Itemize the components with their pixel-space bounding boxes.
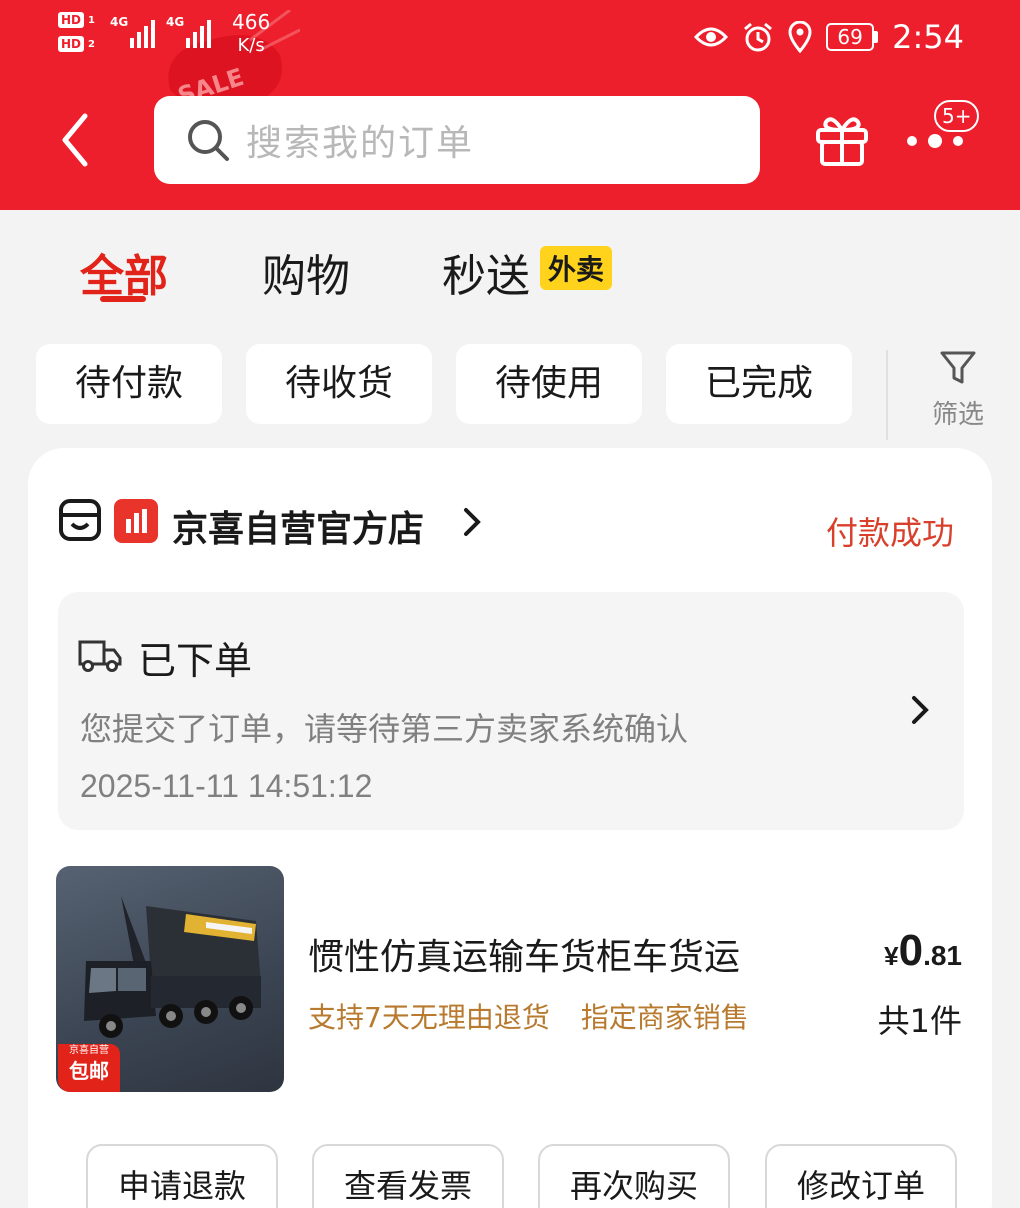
- eye-icon: [694, 27, 729, 47]
- tracking-description: 您提交了订单，请等待第三方卖家系统确认: [80, 710, 689, 748]
- price-currency: ¥: [884, 941, 899, 971]
- app-header: SALE HD 1 HD 2 4G 4G 466 K/s 69 2:54 搜索我…: [0, 0, 1020, 210]
- tab-shopping[interactable]: 购物: [262, 240, 350, 304]
- filter-button[interactable]: 筛选: [920, 348, 996, 431]
- location-icon: [788, 21, 812, 53]
- store-name[interactable]: 京喜自营官方店: [172, 500, 424, 552]
- buy-again-button[interactable]: 再次购买: [538, 1144, 730, 1208]
- tab-all[interactable]: 全部: [80, 240, 168, 304]
- view-invoice-button[interactable]: 查看发票: [312, 1144, 504, 1208]
- alarm-icon: [744, 22, 773, 52]
- truck-icon: [78, 640, 122, 672]
- product-price: ¥0.81: [884, 926, 962, 976]
- takeout-badge: 外卖: [540, 246, 613, 290]
- signal-icon: 4G 4G: [110, 15, 211, 48]
- net-speed-value: 466: [232, 10, 271, 34]
- store-logo: [114, 499, 158, 543]
- hd2-sub: 2: [88, 38, 95, 50]
- bar-chart-logo-icon: [126, 509, 147, 533]
- chip-completed[interactable]: 已完成: [666, 344, 852, 424]
- search-placeholder: 搜索我的订单: [246, 123, 475, 164]
- search-input[interactable]: 搜索我的订单: [154, 96, 760, 184]
- price-integer: 0: [898, 926, 924, 975]
- hd2-label: HD: [58, 36, 85, 52]
- tracking-time: 2025-11-11 14:51:12: [80, 768, 373, 804]
- chip-pending-use[interactable]: 待使用: [456, 344, 642, 424]
- active-tab-indicator: [100, 296, 146, 302]
- tag-line2: 包邮: [69, 1059, 109, 1083]
- net-speed-unit: K/s: [237, 35, 265, 56]
- tab-express[interactable]: 秒送: [442, 240, 530, 304]
- product-title[interactable]: 惯性仿真运输车货柜车货运: [308, 928, 740, 980]
- chevron-right-icon[interactable]: [460, 506, 484, 538]
- hd1-label: HD: [58, 12, 85, 28]
- chip-pending-receipt[interactable]: 待收货: [246, 344, 432, 424]
- service-tag-return: 支持7天无理由退货: [308, 1001, 550, 1034]
- status-left: HD 1 HD 2: [58, 8, 95, 56]
- hd1-sub: 1: [88, 14, 95, 26]
- search-icon: [188, 120, 229, 161]
- tracking-title: 已下单: [138, 639, 253, 683]
- chevron-right-icon[interactable]: [908, 690, 932, 730]
- clock: 2:54: [892, 18, 964, 56]
- sig2-label: 4G: [166, 15, 184, 29]
- gift-icon[interactable]: [812, 110, 872, 170]
- sig1-label: 4G: [110, 15, 128, 29]
- store-icon[interactable]: [58, 498, 102, 542]
- chip-pending-payment[interactable]: 待付款: [36, 344, 222, 424]
- refund-button[interactable]: 申请退款: [86, 1144, 278, 1208]
- service-tags: 支持7天无理由退货 指定商家销售: [308, 996, 749, 1036]
- battery-indicator: 69: [826, 23, 879, 51]
- modify-order-button[interactable]: 修改订单: [765, 1144, 957, 1208]
- service-tag-seller: 指定商家销售: [580, 1001, 749, 1034]
- order-status: 付款成功: [825, 514, 954, 552]
- notification-badge: 5+: [934, 100, 980, 132]
- filter-label: 筛选: [931, 400, 984, 430]
- status-right: 69 2:54: [694, 18, 964, 56]
- free-shipping-tag: 京喜自营 包邮: [58, 1044, 120, 1092]
- filter-icon: [940, 351, 976, 384]
- back-button[interactable]: [55, 110, 95, 170]
- battery-tip: [874, 31, 879, 43]
- price-decimal: .81: [923, 940, 962, 971]
- battery-level: 69: [826, 23, 875, 51]
- chip-divider: [886, 350, 888, 440]
- tag-line1: 京喜自营: [69, 1045, 109, 1056]
- net-speed: 466 K/s: [232, 10, 270, 58]
- product-quantity: 共1件: [877, 1002, 962, 1040]
